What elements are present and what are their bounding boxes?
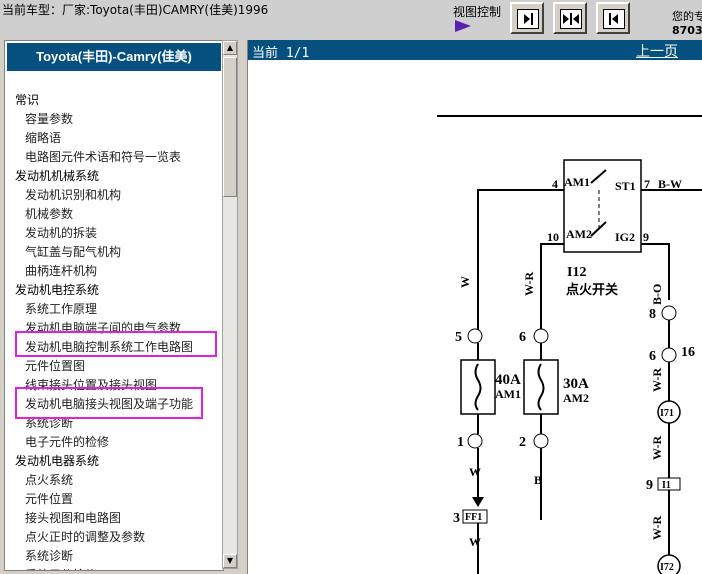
vehicle-info: 当前车型：厂家:Toyota(丰田)CAMRY(佳美)1996: [2, 3, 269, 17]
user-label: 您的专职客: [672, 10, 702, 23]
tree-section[interactable]: 发动机机械系统: [15, 167, 99, 184]
pin-label: ST1: [615, 179, 636, 193]
play-arrow-icon: [455, 20, 471, 32]
svg-text:6: 6: [649, 349, 656, 364]
page-indicator: 当前 1/1: [252, 46, 310, 61]
tree-scrollbar[interactable]: ▲ ▼: [222, 40, 238, 569]
tree-item[interactable]: 发动机的拆装: [25, 224, 97, 241]
svg-text:5: 5: [455, 330, 462, 345]
svg-text:W-R: W-R: [650, 367, 664, 392]
svg-text:16: 16: [681, 345, 695, 360]
highlight-box: [15, 387, 203, 419]
pin-label: AM1: [564, 175, 590, 189]
tree-item[interactable]: 元件位置: [25, 490, 73, 507]
pin-label: 10: [547, 230, 559, 244]
tree-item[interactable]: 接头视图和电路图: [25, 509, 121, 526]
component-id: I12: [567, 265, 586, 280]
user-phone: 87039205: [672, 24, 702, 37]
pin-label: IG2: [615, 230, 635, 244]
component-name: 点火开关: [566, 282, 618, 298]
tree-section[interactable]: 常识: [15, 91, 39, 108]
tree-item[interactable]: 气缸盖与配气机构: [25, 243, 121, 260]
tree-item[interactable]: 系统诊断: [25, 547, 73, 564]
tree-item[interactable]: 元件位置图: [25, 357, 85, 374]
wire-label: B-W: [658, 177, 682, 191]
arrow-right-bar-icon: [524, 13, 533, 25]
fit-view-button[interactable]: [553, 2, 587, 34]
tree-section[interactable]: 发动机电器系统: [15, 452, 99, 469]
svg-text:9: 9: [646, 478, 653, 493]
svg-text:I1: I1: [662, 480, 671, 491]
tree-item[interactable]: 发动机识别和机构: [25, 186, 121, 203]
svg-text:W: W: [458, 276, 472, 288]
navigation-panel: Toyota(丰田)-Camry(佳美) 常识容量参数缩略语电路图元件术语和符号…: [0, 40, 242, 574]
svg-text:2: 2: [519, 435, 526, 450]
arrow-left-bar-icon: [609, 13, 618, 25]
tree-section[interactable]: 发动机电控系统: [15, 281, 99, 298]
previous-page-link[interactable]: 上一页: [636, 41, 678, 61]
tree-item[interactable]: 缩略语: [25, 129, 61, 146]
highlight-box: [15, 331, 217, 357]
tree-view: Toyota(丰田)-Camry(佳美) 常识容量参数缩略语电路图元件术语和符号…: [4, 40, 224, 571]
svg-text:1: 1: [457, 435, 464, 450]
svg-text:B-O: B-O: [650, 284, 664, 305]
tree-header: Toyota(丰田)-Camry(佳美): [7, 43, 221, 71]
pin-label: 9: [643, 230, 649, 244]
svg-text:W-R: W-R: [650, 515, 664, 540]
svg-text:W-R: W-R: [522, 271, 536, 296]
svg-text:AM1: AM1: [495, 387, 521, 401]
top-toolbar: 当前车型：厂家:Toyota(丰田)CAMRY(佳美)1996 视图控制 您的专…: [0, 0, 702, 40]
arrows-split-icon: [563, 13, 579, 25]
tree-item[interactable]: 容量参数: [25, 110, 73, 127]
svg-text:8: 8: [649, 307, 656, 322]
tree-item[interactable]: 系统元件检修: [25, 566, 97, 570]
pin-label: 7: [644, 177, 650, 191]
view-control-label: 视图控制: [453, 5, 502, 19]
svg-text:W: W: [469, 535, 481, 549]
diagram-viewer: 当前 1/1 上一页 4 AM1 ST1 7 B-W 10 AM2 IG2 9 …: [247, 40, 702, 574]
next-page-button[interactable]: [510, 2, 544, 34]
tree-item[interactable]: 曲柄连杆机构: [25, 262, 97, 279]
svg-text:6: 6: [519, 330, 526, 345]
prev-page-button[interactable]: [596, 2, 630, 34]
svg-text:W: W: [469, 465, 481, 479]
svg-text:B: B: [534, 473, 542, 487]
tree-item[interactable]: 点火正时的调整及参数: [25, 528, 145, 545]
tree-item[interactable]: 系统工作原理: [25, 300, 97, 317]
wiring-diagram: 4 AM1 ST1 7 B-W 10 AM2 IG2 9 I12 点火开关 W …: [437, 115, 702, 574]
svg-text:I72: I72: [660, 562, 674, 573]
scroll-up-icon[interactable]: ▲: [223, 41, 237, 55]
svg-text:40A: 40A: [495, 372, 521, 388]
tree-item[interactable]: 点火系统: [25, 471, 73, 488]
svg-text:W-R: W-R: [650, 435, 664, 460]
tree-item[interactable]: 电路图元件术语和符号一览表: [25, 148, 181, 165]
svg-text:3: 3: [453, 511, 460, 526]
scroll-thumb[interactable]: [223, 57, 237, 197]
svg-text:30A: 30A: [563, 376, 589, 392]
tree-item[interactable]: 电子元件的检修: [25, 433, 109, 450]
tree-item[interactable]: 机械参数: [25, 205, 73, 222]
page-bar: 当前 1/1 上一页: [248, 40, 702, 61]
svg-text:AM2: AM2: [563, 391, 589, 405]
scroll-down-icon[interactable]: ▼: [223, 554, 237, 568]
pin-label: 4: [552, 177, 558, 191]
svg-text:I71: I71: [660, 408, 674, 419]
pin-label: AM2: [566, 227, 592, 241]
svg-text:FF1: FF1: [465, 512, 482, 523]
